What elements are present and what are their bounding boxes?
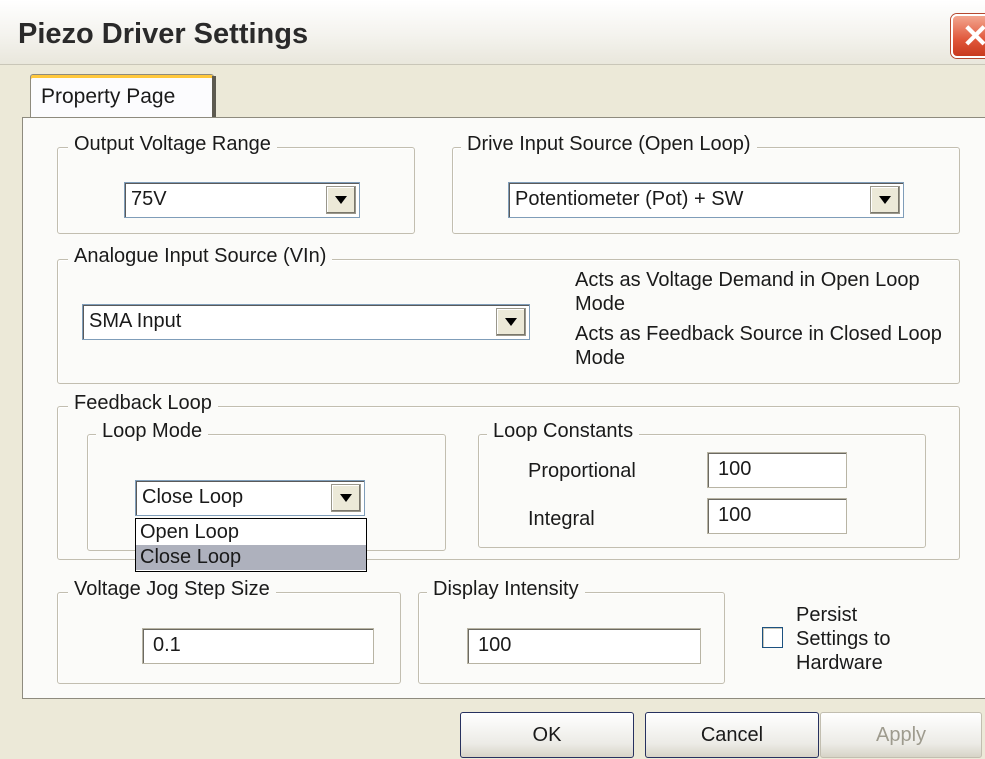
chevron-down-icon [335,196,347,204]
piezo-driver-settings-dialog: Piezo Driver Settings ✕ Property Page Ou… [0,0,985,759]
loop-mode-label: Loop Mode [96,420,209,443]
persist-label-line-3: Hardware [796,652,883,674]
close-button[interactable]: ✕ [951,14,985,58]
integral-input[interactable]: 100 [707,498,847,534]
chevron-down-icon [340,494,352,502]
title-bar[interactable]: Piezo Driver Settings ✕ [0,0,985,65]
persist-label-line-1: Persist [796,604,858,626]
option-label: Close Loop [140,546,242,568]
analogue-input-dropdown-button[interactable] [496,308,526,336]
option-label: Open Loop [140,521,239,543]
persist-settings-checkbox[interactable] [762,627,783,648]
drive-input-source-value: Potentiometer (Pot) + SW [515,188,744,210]
chevron-down-icon [505,318,517,326]
close-icon: ✕ [962,18,985,54]
dropdown-option-close-loop[interactable]: Close Loop [136,545,366,570]
drive-input-source-label: Drive Input Source (Open Loop) [461,133,757,156]
feedback-loop-label: Feedback Loop [68,392,218,415]
ok-button[interactable]: OK [460,712,634,758]
voltage-jog-step-label: Voltage Jog Step Size [68,578,276,601]
output-voltage-value: 75V [131,188,167,210]
proportional-label: Proportional [528,460,636,482]
integral-value: 100 [718,504,752,526]
analogue-input-source-label: Analogue Input Source (VIn) [68,245,333,268]
display-intensity-input[interactable]: 100 [467,628,701,664]
voltage-jog-step-input[interactable]: 0.1 [142,628,374,664]
loop-mode-value: Close Loop [142,486,244,508]
voltage-jog-step-value: 0.1 [153,634,181,656]
proportional-value: 100 [718,458,752,480]
tab-property-page[interactable]: Property Page [30,74,214,119]
loop-mode-dropdown-button[interactable] [331,484,361,512]
feedback-source-note: Acts as Feedback Source in Closed Loop M… [575,323,942,369]
proportional-input[interactable]: 100 [707,452,847,488]
display-intensity-value: 100 [478,634,512,656]
persist-label-line-2: Settings to [796,628,891,650]
chevron-down-icon [879,196,891,204]
dropdown-option-open-loop[interactable]: Open Loop [136,520,366,545]
tab-label: Property Page [41,85,176,108]
drive-input-dropdown-button[interactable] [870,186,900,214]
apply-label: Apply [875,724,927,746]
drive-input-source-select[interactable]: Potentiometer (Pot) + SW [508,182,904,218]
loop-mode-select[interactable]: Close Loop [135,480,365,516]
analogue-input-source-select[interactable]: SMA Input [82,304,530,340]
cancel-label: Cancel [700,724,764,746]
apply-button[interactable]: Apply [820,712,982,758]
loop-mode-dropdown-list[interactable]: Open Loop Close Loop [135,518,367,572]
display-intensity-label: Display Intensity [427,578,585,601]
output-voltage-select[interactable]: 75V [124,182,360,218]
analogue-input-source-value: SMA Input [89,310,182,332]
loop-constants-label: Loop Constants [487,420,640,443]
cancel-button[interactable]: Cancel [645,712,819,758]
ok-label: OK [532,724,562,746]
tab-edge-divider [212,76,216,118]
voltage-demand-note: Acts as Voltage Demand in Open Loop Mode [575,269,920,315]
integral-label: Integral [528,508,595,530]
output-voltage-range-label: Output Voltage Range [68,133,277,156]
persist-settings-label[interactable]: Persist Settings to Hardware [796,603,946,675]
window-title: Piezo Driver Settings [18,18,309,50]
output-voltage-dropdown-button[interactable] [326,186,356,214]
